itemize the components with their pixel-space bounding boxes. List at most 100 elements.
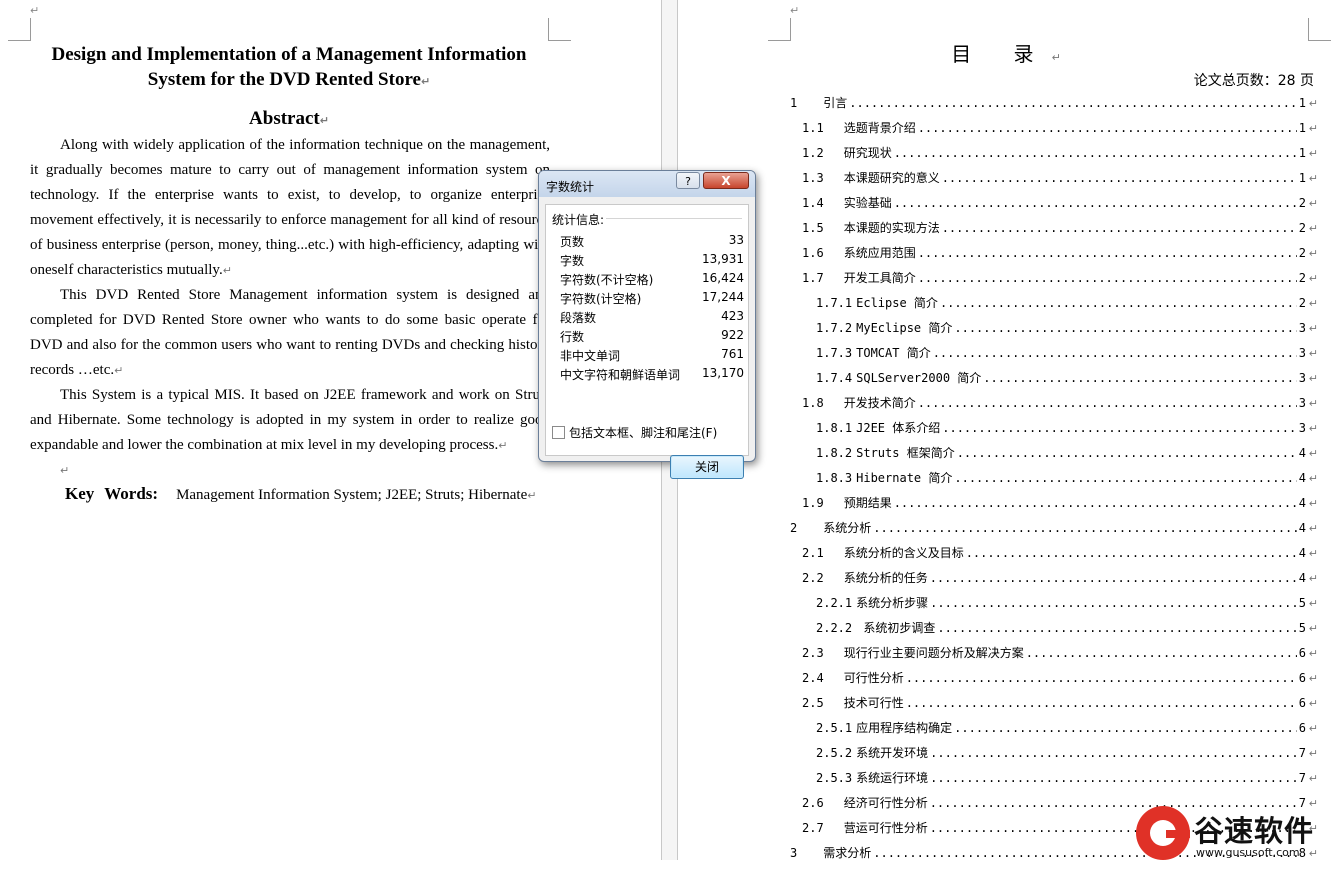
toc-entry[interactable]: 1.7.2 MyEclipse 简介.......................… (816, 319, 1318, 344)
paragraph-mark: ↵ (1308, 397, 1318, 410)
paper-title[interactable]: Design and Implementation of a Managemen… (30, 42, 548, 94)
paragraph-mark: ↵ (1308, 622, 1318, 635)
toc-entry[interactable]: 1.7 开发工具简介...............................… (802, 269, 1318, 294)
toc-entry[interactable]: 1.6 系统应用范围...............................… (802, 244, 1318, 269)
paragraph-mark: ↵ (1308, 547, 1318, 560)
toc-entry[interactable]: 1.7.1 Eclipse 简介.........................… (816, 294, 1318, 319)
keywords-label: Key Words: (65, 484, 159, 503)
toc-leader-dots: ........................................… (893, 496, 1297, 510)
toc-entry-number: 2.4 (802, 671, 824, 685)
toc-entry-page: 5 (1298, 621, 1307, 635)
toc-entry[interactable]: 1.8.2 Struts 框架简介........................… (816, 444, 1318, 469)
toc-leader-dots: ........................................… (930, 596, 1297, 610)
toc-entry[interactable]: 2.2.1 系统分析步骤.............................… (816, 594, 1318, 619)
toc-entry-label: 选题背景介绍 (843, 121, 916, 135)
toc-entry[interactable]: 1.8.3 Hibernate 简介.......................… (816, 469, 1318, 494)
paragraph-mark: ↵ (1308, 322, 1318, 335)
stat-label: 字符数(计空格) (560, 292, 642, 306)
toc-leader-dots: ........................................… (905, 696, 1297, 710)
toc-entry-number: 1.7.1 (816, 296, 853, 310)
paragraph-mark: ↵ (1308, 647, 1318, 660)
toc-leader-dots: ........................................… (965, 546, 1297, 560)
toc-entry[interactable]: 1.8 开发技术简介...............................… (802, 394, 1318, 419)
toc-entry-number: 1.2 (802, 146, 824, 160)
paragraph-mark: ↵ (1308, 422, 1318, 435)
toc-entry[interactable]: 1 引言.....................................… (790, 94, 1318, 119)
toc-entry[interactable]: 1.3 本课题研究的意义.............................… (802, 169, 1318, 194)
toc-leader-dots: ........................................… (917, 121, 1297, 135)
toc-entry-label: 开发技术简介 (843, 396, 916, 410)
toc-entry[interactable]: 2.5.3 系统运行环境.............................… (816, 769, 1318, 794)
paragraph-mark: ↵ (790, 4, 800, 17)
dialog-titlebar[interactable]: 字数统计 ? X (539, 171, 755, 197)
toc-entry-page: 6 (1298, 671, 1307, 685)
paragraph-mark: ↵ (1308, 772, 1318, 785)
toc-entry[interactable]: 2.2 系统分析的任务..............................… (802, 569, 1318, 594)
toc-leader-dots: ........................................… (893, 146, 1297, 160)
toc-entry[interactable]: 1.8.1 J2EE 体系介绍..........................… (816, 419, 1318, 444)
toc-entry-page: 1 (1298, 146, 1307, 160)
toc-entry-page: 7 (1298, 746, 1307, 760)
toc-entry-label: 系统运行环境 (856, 771, 929, 785)
keywords-line[interactable]: Key Words: Management Information System;… (65, 484, 536, 504)
toc-entry[interactable]: 1.4 实验基础.................................… (802, 194, 1318, 219)
toc-entry-label: 系统分析的含义及目标 (843, 546, 964, 560)
close-button[interactable]: 关闭 (670, 455, 744, 479)
paragraph-mark: ↵ (1308, 497, 1318, 510)
toc-entry[interactable]: 1.9 预期结果.................................… (802, 494, 1318, 519)
toc-entry[interactable]: 2.2.2 系统初步调查............................… (816, 619, 1318, 644)
toc-leader-dots: ........................................… (917, 271, 1297, 285)
toc-leader-dots: ........................................… (941, 171, 1297, 185)
toc-entry-label: 现行行业主要问题分析及解决方案 (843, 646, 1024, 660)
toc-entry-page: 3 (1298, 371, 1307, 385)
toc-entry-page: 1 (1298, 171, 1307, 185)
paragraph-mark: ↵ (1308, 297, 1318, 310)
abstract-body[interactable]: Along with widely application of the inf… (30, 133, 550, 483)
paragraph-mark: ↵ (1308, 722, 1318, 735)
paragraph-mark: ↵ (30, 4, 40, 17)
toc-entry[interactable]: 2.3 现行行业主要问题分析及解决方案......................… (802, 644, 1318, 669)
paragraph-mark: ↵ (1308, 572, 1318, 585)
toc-entry[interactable]: 1.5 本课题的实现方法.............................… (802, 219, 1318, 244)
toc-entry-page: 2 (1298, 271, 1307, 285)
toc-entry[interactable]: 2 系统分析...................................… (790, 519, 1318, 544)
toc-leader-dots: ........................................… (956, 446, 1297, 460)
toc-entry-label: 本课题的实现方法 (843, 221, 940, 235)
paragraph-mark: ↵ (1308, 597, 1318, 610)
toc-entry[interactable]: 2.5.2 系统开发环境.............................… (816, 744, 1318, 769)
paragraph-mark: ↵ (1308, 447, 1318, 460)
keywords-text: Management Information System; J2EE; Str… (176, 487, 528, 503)
toc-entry-page: 3 (1298, 396, 1307, 410)
toc-entry[interactable]: 2.5 技术可行性................................… (802, 694, 1318, 719)
toc-entry[interactable]: 2.5.1 应用程序结构确定...........................… (816, 719, 1318, 744)
toc-entry[interactable]: 1.1 选题背景介绍...............................… (802, 119, 1318, 144)
toc-entry[interactable]: 2.4 可行性分析................................… (802, 669, 1318, 694)
toc-entry-page: 4 (1298, 521, 1307, 535)
close-icon[interactable]: X (703, 172, 749, 189)
toc-entry-number: 1.7.3 (816, 346, 853, 360)
toc-entry[interactable]: 1.7.4 SQLServer2000 简介...................… (816, 369, 1318, 394)
paragraph-mark: ↵ (1308, 122, 1318, 135)
toc-entry-number: 1.1 (802, 121, 824, 135)
total-pages[interactable]: 论文总页数：28 页 (1194, 70, 1314, 90)
toc-entry-number: 1.7.4 (816, 371, 853, 385)
toc-title[interactable]: 目 录↵ (678, 38, 1334, 67)
toc-entry-label: J2EE 体系介绍 (856, 421, 941, 435)
toc-entry[interactable]: 1.2 研究现状.................................… (802, 144, 1318, 169)
help-button[interactable]: ? (676, 172, 700, 189)
abstract-heading[interactable]: Abstract↵ (30, 108, 548, 130)
toc-entry-label: 系统开发环境 (856, 746, 929, 760)
stat-value: 922 (721, 328, 744, 342)
include-textboxes-checkbox[interactable] (552, 426, 565, 439)
toc-entry[interactable]: 2.1 系统分析的含义及目标...........................… (802, 544, 1318, 569)
toc-entry-label: 系统应用范围 (843, 246, 916, 260)
toc-entry[interactable]: 1.7.3 TOMCAT 简介..........................… (816, 344, 1318, 369)
stat-label: 字数 (560, 254, 585, 268)
include-textboxes-option[interactable]: 包括文本框、脚注和尾注(F) (552, 424, 717, 441)
toc-leader-dots: ........................................… (937, 621, 1297, 635)
toc-entry-page: 1 (1298, 96, 1307, 110)
toc-entry-number: 1.6 (802, 246, 824, 260)
toc-entry-page: 7 (1298, 771, 1307, 785)
toc-entry-page: 3 (1298, 346, 1307, 360)
paragraph-mark: ↵ (1308, 672, 1318, 685)
